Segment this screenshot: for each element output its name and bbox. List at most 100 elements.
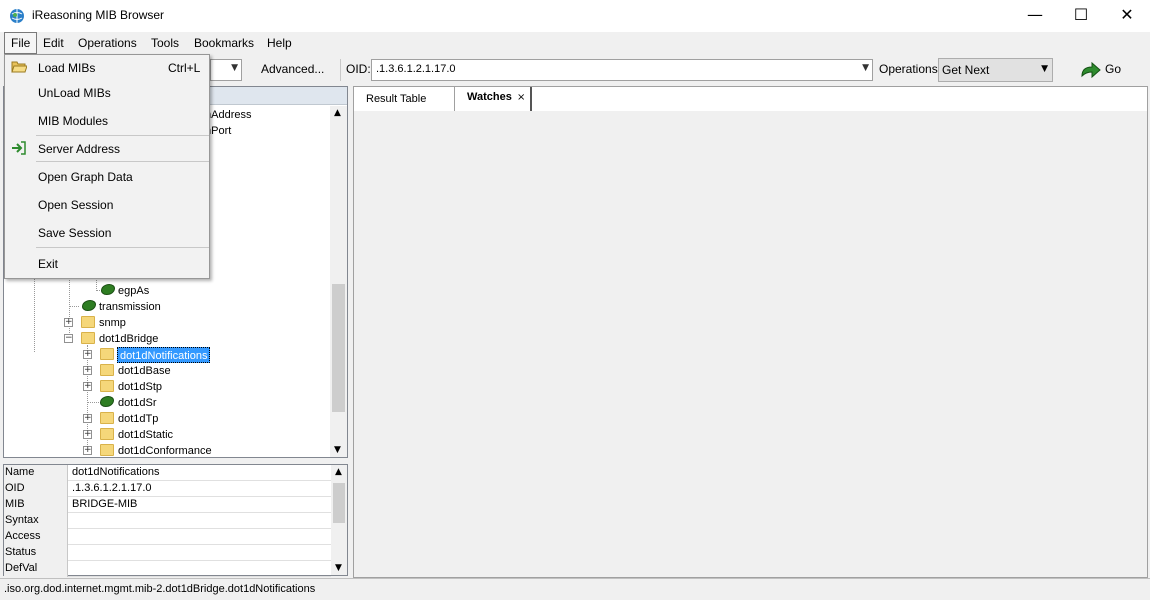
menu-help[interactable]: Help xyxy=(261,32,298,54)
menu-edit[interactable]: Edit xyxy=(37,32,70,54)
oid-label: OID: xyxy=(346,62,371,76)
tree-node-dot1dsr[interactable]: dot1dSr xyxy=(118,395,157,411)
operations-select-value: Get Next xyxy=(942,63,990,77)
properties-scrollbar[interactable]: ▲ ▼ xyxy=(331,465,347,575)
operations-select[interactable]: Get Next ▼ xyxy=(938,58,1053,82)
go-button[interactable]: Go xyxy=(1078,59,1123,81)
go-label: Go xyxy=(1105,62,1122,76)
tree-node-dot1dconformance[interactable]: dot1dConformance xyxy=(118,443,212,459)
prop-value[interactable] xyxy=(70,545,330,561)
tree-node-snmp[interactable]: snmp xyxy=(99,315,126,331)
menu-tools[interactable]: Tools xyxy=(145,32,185,54)
expand-toggle[interactable]: + xyxy=(64,318,73,327)
prop-value[interactable] xyxy=(70,513,330,529)
menu-item-label: Open Graph Data xyxy=(38,170,133,184)
table-row: MIB BRIDGE-MIB xyxy=(4,497,331,513)
oid-input-value: .1.3.6.1.2.1.17.0 xyxy=(376,63,456,75)
menu-item-exit[interactable]: Exit xyxy=(7,251,207,277)
scroll-down-icon[interactable]: ▼ xyxy=(335,563,342,573)
advanced-button[interactable]: Advanced... xyxy=(261,62,324,76)
folder-icon xyxy=(100,428,114,440)
tree-node-dot1dbridge[interactable]: dot1dBridge xyxy=(99,331,158,347)
menu-item-save-session[interactable]: Save Session xyxy=(7,220,207,246)
prop-value[interactable]: dot1dNotifications xyxy=(70,465,330,481)
app-globe-icon xyxy=(10,9,24,23)
tab-strip: Result Table Watches × xyxy=(354,87,1147,111)
prop-key: DefVal xyxy=(4,561,68,577)
menu-item-load-mibs[interactable]: Load MIBs Ctrl+L xyxy=(7,55,207,81)
menu-separator xyxy=(36,247,209,248)
prop-value[interactable] xyxy=(70,529,330,545)
menu-item-mib-modules[interactable]: MIB Modules xyxy=(7,108,207,134)
expand-toggle[interactable]: + xyxy=(83,382,92,391)
scrollbar-thumb[interactable] xyxy=(333,483,345,523)
scroll-down-icon[interactable]: ▼ xyxy=(334,445,341,455)
tree-guide-line xyxy=(34,277,35,352)
address-dropdown[interactable]: ▼ xyxy=(210,59,242,81)
tab-watches-label: Watches xyxy=(467,91,512,103)
folder-icon xyxy=(100,444,114,456)
folder-icon xyxy=(100,380,114,392)
tree-guide-line xyxy=(87,402,101,403)
tree-node-dot1dnotifications[interactable]: dot1dNotifications xyxy=(117,347,211,363)
go-arrow-icon xyxy=(1081,61,1101,79)
folder-open-icon xyxy=(11,61,27,73)
table-row: Name dot1dNotifications xyxy=(4,465,331,481)
prop-value[interactable]: .1.3.6.1.2.1.17.0 xyxy=(70,481,330,497)
tab-result-table[interactable]: Result Table xyxy=(366,88,426,110)
prop-key: Syntax xyxy=(4,513,68,529)
menu-item-server-address[interactable]: Server Address xyxy=(7,136,207,162)
prop-value[interactable]: BRIDGE-MIB xyxy=(70,497,330,513)
expand-toggle[interactable]: + xyxy=(83,366,92,375)
menu-item-label: UnLoad MIBs xyxy=(38,86,111,100)
tree-guide-line xyxy=(96,277,97,291)
menu-file[interactable]: File xyxy=(4,32,38,54)
menu-item-open-graph-data[interactable]: Open Graph Data xyxy=(7,164,207,190)
operations-label: Operations: xyxy=(879,62,942,76)
menu-item-label: Exit xyxy=(38,257,59,271)
expand-toggle[interactable]: + xyxy=(83,350,92,359)
scroll-up-icon[interactable]: ▲ xyxy=(335,467,342,477)
prop-key: Access xyxy=(4,529,68,545)
tree-scrollbar[interactable]: ▲ ▼ xyxy=(330,106,347,457)
table-row: OID .1.3.6.1.2.1.17.0 xyxy=(4,481,331,497)
prop-key: Status xyxy=(4,545,68,561)
prop-value[interactable] xyxy=(70,561,330,577)
menu-item-label: MIB Modules xyxy=(38,114,109,128)
maximize-button[interactable]: ☐ xyxy=(1058,0,1104,30)
tree-node-egpas[interactable]: egpAs xyxy=(118,283,149,299)
properties-table: Name dot1dNotifications OID .1.3.6.1.2.1… xyxy=(3,464,348,577)
tree-node-dot1dstatic[interactable]: dot1dStatic xyxy=(118,427,173,443)
tree-node-dot1dtp[interactable]: dot1dTp xyxy=(118,411,158,427)
folder-icon xyxy=(100,412,114,424)
minimize-button[interactable]: — xyxy=(1012,0,1058,30)
prop-key: MIB xyxy=(4,497,68,513)
collapse-toggle[interactable]: − xyxy=(64,334,73,343)
file-menu-dropdown: Load MIBs Ctrl+L UnLoad MIBs MIB Modules… xyxy=(4,54,210,279)
tree-node-dot1dstp[interactable]: dot1dStp xyxy=(118,379,162,395)
leaf-icon xyxy=(100,396,114,407)
menu-bookmarks[interactable]: Bookmarks xyxy=(188,32,260,54)
tree-node-transmission[interactable]: transmission xyxy=(99,299,161,315)
close-window-button[interactable]: ✕ xyxy=(1104,0,1150,30)
menu-item-shortcut: Ctrl+L xyxy=(168,61,201,75)
status-path: .iso.org.dod.internet.mgmt.mib-2.dot1dBr… xyxy=(4,583,316,595)
tab-watches[interactable]: Watches × xyxy=(454,87,532,111)
expand-toggle[interactable]: + xyxy=(83,414,92,423)
chevron-down-icon: ▼ xyxy=(1041,64,1048,74)
scrollbar-thumb[interactable] xyxy=(332,284,345,412)
menu-item-open-session[interactable]: Open Session xyxy=(7,192,207,218)
leaf-icon xyxy=(82,300,96,311)
window-title: iReasoning MIB Browser xyxy=(32,8,165,22)
menu-item-unload-mibs[interactable]: UnLoad MIBs xyxy=(7,80,207,106)
expand-toggle[interactable]: + xyxy=(83,430,92,439)
menu-operations[interactable]: Operations xyxy=(72,32,143,54)
close-tab-icon[interactable]: × xyxy=(517,92,525,103)
tree-node-dot1dbase[interactable]: dot1dBase xyxy=(118,363,171,379)
menu-bar: File Edit Operations Tools Bookmarks Hel… xyxy=(0,32,1150,54)
expand-toggle[interactable]: + xyxy=(83,446,92,455)
scroll-up-icon[interactable]: ▲ xyxy=(334,108,341,118)
enter-arrow-icon xyxy=(12,141,26,155)
oid-input[interactable]: .1.3.6.1.2.1.17.0 ▼ xyxy=(371,59,873,81)
table-row: Syntax xyxy=(4,513,331,529)
